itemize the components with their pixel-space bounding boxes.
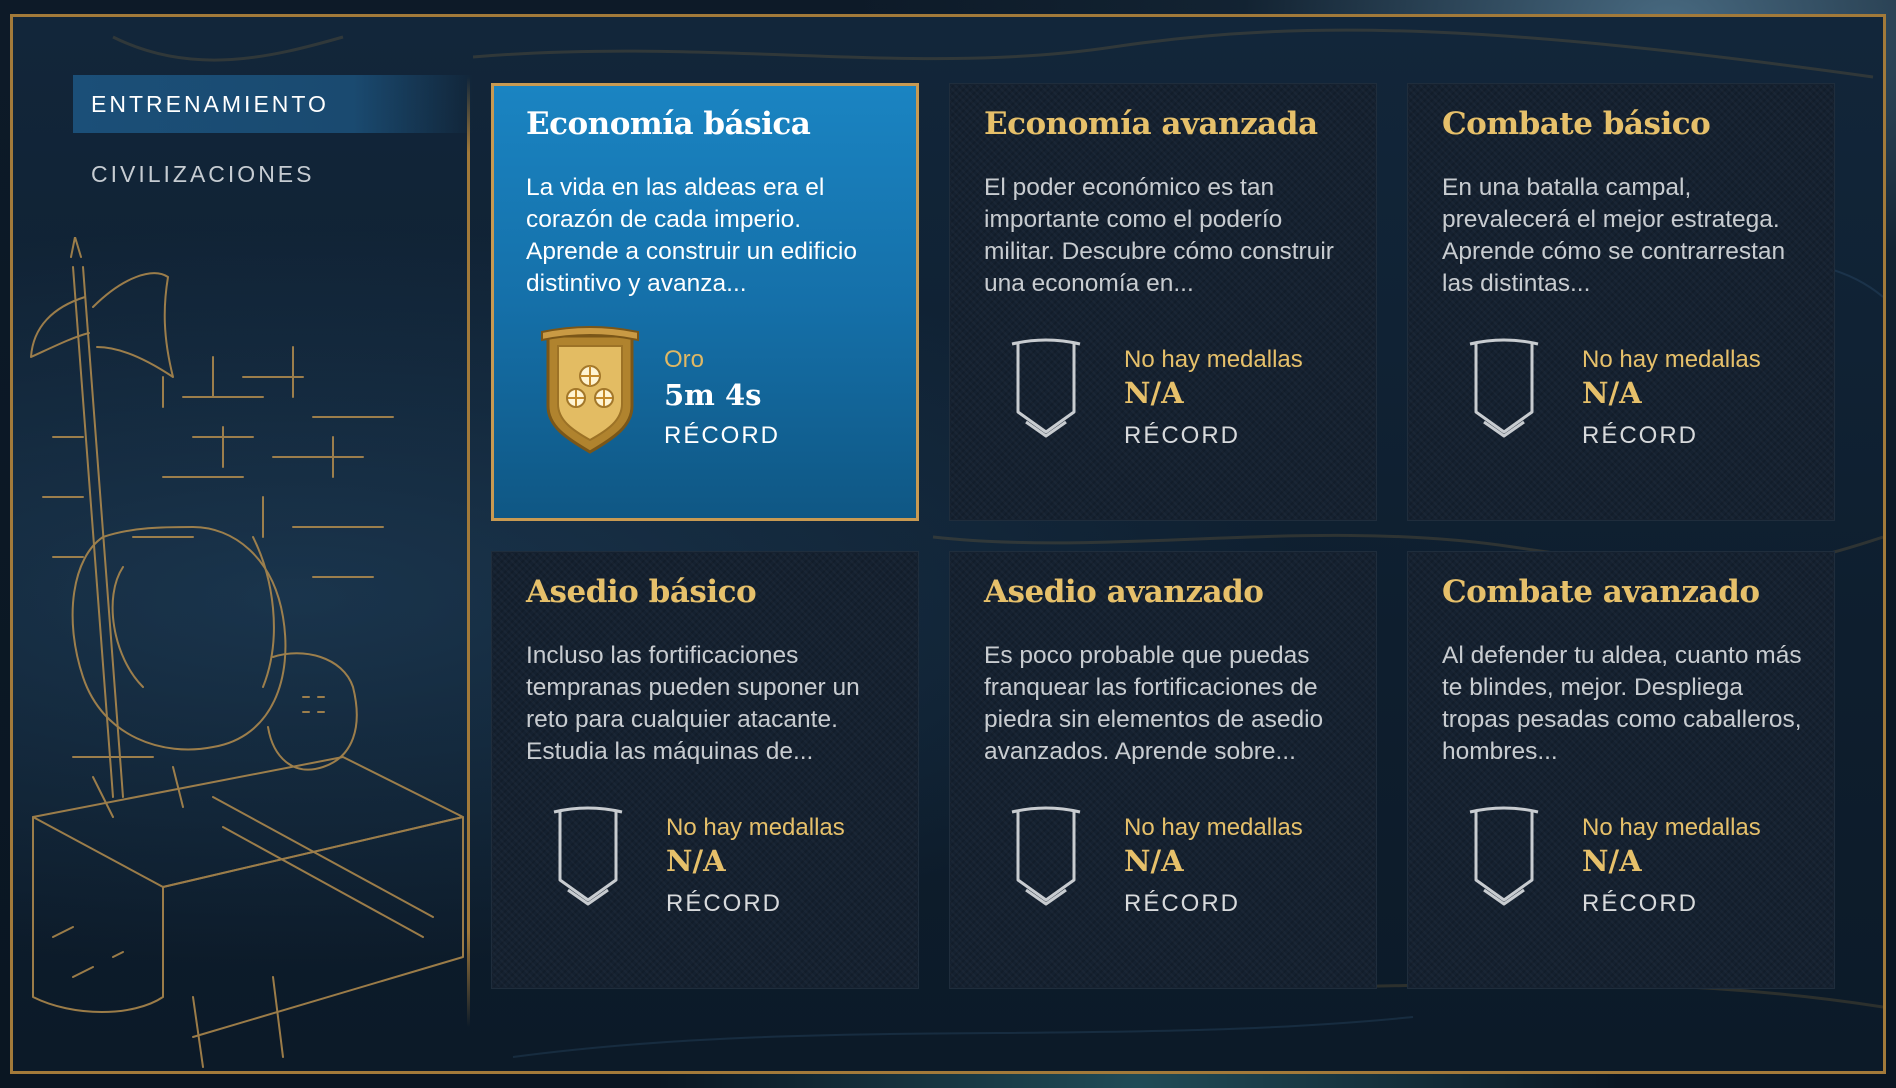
training-card-economia-basica[interactable]: Economía básica La vida en las aldeas er… (491, 83, 919, 521)
sidebar-nav: ENTRENAMIENTO CIVILIZACIONES (73, 75, 473, 215)
card-title: Asedio avanzado (984, 574, 1264, 610)
card-title: Economía avanzada (984, 106, 1318, 142)
empty-banner-icon (1011, 806, 1081, 906)
empty-banner-icon (1469, 806, 1539, 906)
card-title: Combate avanzado (1442, 574, 1760, 610)
card-description: Al defender tu aldea, cuanto más te blin… (1442, 642, 1802, 765)
medal-status: No hay medallas (666, 814, 845, 841)
card-title: Economía básica (526, 106, 811, 142)
nav-item-civilizaciones[interactable]: CIVILIZACIONES (73, 145, 473, 203)
training-card-combate-basico[interactable]: Combate básico En una batalla campal, pr… (1407, 83, 1835, 521)
record-label: RÉCORD (1124, 422, 1241, 449)
medal-status: No hay medallas (1124, 346, 1303, 373)
gold-medal-icon (541, 326, 639, 454)
nav-item-entrenamiento[interactable]: ENTRENAMIENTO (73, 75, 473, 133)
training-card-asedio-avanzado[interactable]: Asedio avanzado Es poco probable que pue… (949, 551, 1377, 989)
training-card-combate-avanzado[interactable]: Combate avanzado Al defender tu aldea, c… (1407, 551, 1835, 989)
medal-status: No hay medallas (1582, 814, 1761, 841)
medal-status: No hay medallas (1124, 814, 1303, 841)
record-label: RÉCORD (1124, 890, 1241, 917)
record-label: RÉCORD (1582, 422, 1699, 449)
sidebar-divider (467, 77, 470, 1027)
card-title: Asedio básico (526, 574, 757, 610)
training-card-economia-avanzada[interactable]: Economía avanzada El poder económico es … (949, 83, 1377, 521)
medal-time: N/A (1124, 844, 1184, 878)
medal-time: N/A (1124, 376, 1184, 410)
empty-banner-icon (553, 806, 623, 906)
card-description: Incluso las fortificaciones tempranas pu… (526, 642, 860, 765)
medal-status: Oro (664, 346, 705, 373)
armor-sketch-illustration (30, 237, 464, 1068)
medal-time: N/A (1582, 844, 1642, 878)
medal-time: N/A (1582, 376, 1642, 410)
empty-banner-icon (1469, 338, 1539, 438)
record-label: RÉCORD (1582, 890, 1699, 917)
training-panel: ENTRENAMIENTO CIVILIZACIONES Economía bá… (10, 14, 1886, 1074)
training-card-asedio-basico[interactable]: Asedio básico Incluso las fortificacione… (491, 551, 919, 989)
card-description: En una batalla campal, prevalecerá el me… (1442, 174, 1786, 297)
card-description: Es poco probable que puedas franquear la… (984, 642, 1324, 765)
medal-time: N/A (666, 844, 726, 878)
empty-banner-icon (1011, 338, 1081, 438)
medal-status: No hay medallas (1582, 346, 1761, 373)
record-label: RÉCORD (666, 890, 783, 917)
card-title: Combate básico (1442, 106, 1711, 142)
card-description: El poder económico es tan importante com… (984, 174, 1334, 297)
card-description: La vida en las aldeas era el corazón de … (526, 174, 857, 297)
record-label: RÉCORD (664, 422, 781, 449)
medal-time: 5m 4s (664, 378, 762, 412)
